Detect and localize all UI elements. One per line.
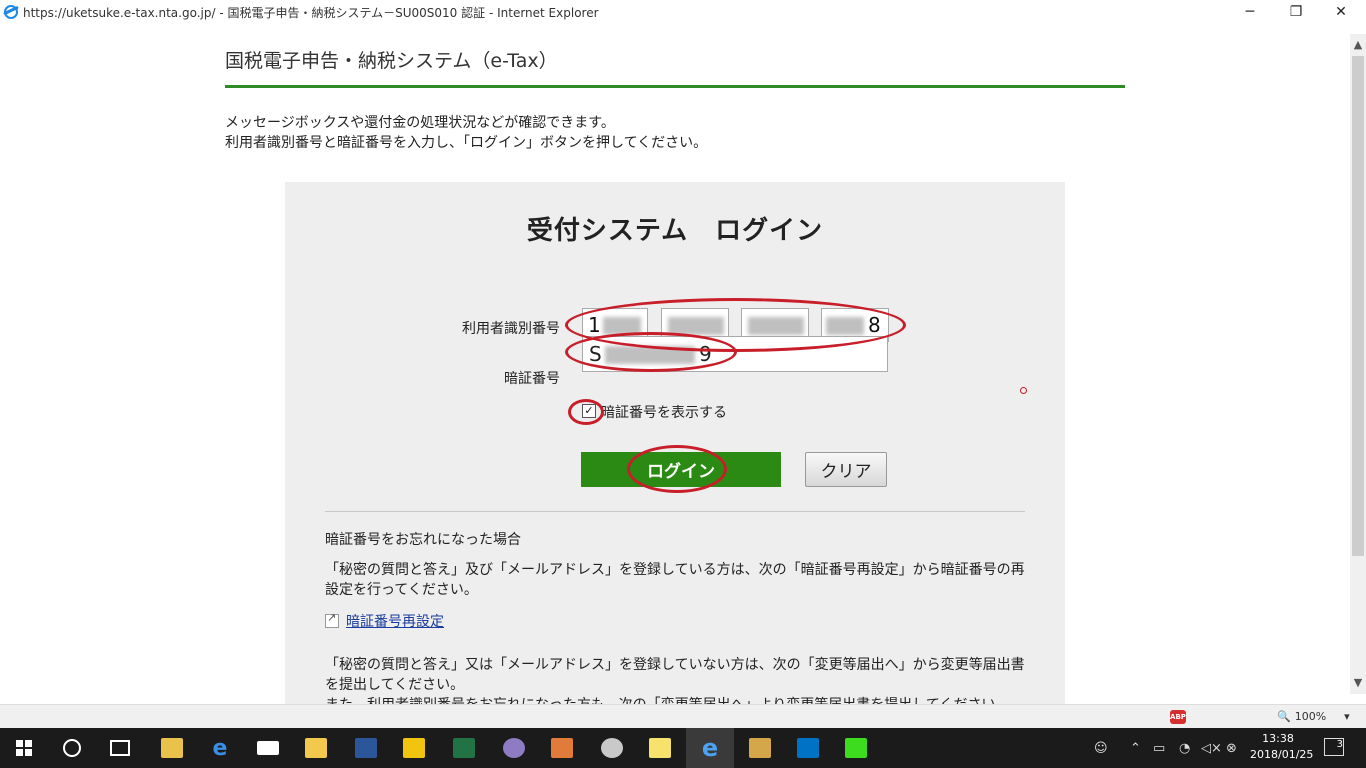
internet-explorer-taskbar-icon[interactable]: e <box>686 728 734 768</box>
clear-button[interactable]: クリア <box>805 452 887 487</box>
reset-password-link[interactable]: 暗証番号再設定 <box>325 611 444 631</box>
chevron-up-icon[interactable]: ⌃ <box>1130 728 1141 768</box>
reset-password-link-text[interactable]: 暗証番号再設定 <box>346 611 444 631</box>
zoom-level: 100% <box>1294 710 1327 723</box>
restore-button[interactable]: ❐ <box>1273 0 1319 24</box>
clock-time: 13:38 <box>1262 732 1294 745</box>
clock-date: 2018/01/25 <box>1250 748 1314 761</box>
mail-icon[interactable] <box>244 728 292 768</box>
login-panel: 受付システム ログイン 利用者識別番号 1 8 暗証番号 S 9 ✓ 暗証番号を… <box>285 182 1065 704</box>
action-center-icon[interactable]: 3 <box>1324 738 1344 756</box>
volume-muted-icon[interactable]: ◁× <box>1201 728 1222 768</box>
app-mail-folder-icon[interactable] <box>148 728 196 768</box>
browser-status-bar: ABP 🔍 100% ▾ <box>0 704 1366 728</box>
scroll-up-arrow-icon[interactable]: ▲ <box>1350 36 1366 52</box>
scroll-down-arrow-icon[interactable]: ▼ <box>1350 674 1366 690</box>
divider <box>325 511 1025 512</box>
windows-taskbar: e e ☺ ⌃ ▭ ◔ ◁× ⊗ 13:38 2018/01/25 3 <box>0 728 1366 768</box>
browser-title-bar: https://uketsuke.e-tax.nta.go.jp/ - 国税電子… <box>0 0 1366 24</box>
close-button[interactable]: ✕ <box>1318 0 1364 24</box>
zoom-control[interactable]: 🔍 100% ▾ <box>1277 710 1350 723</box>
start-button-windows-icon[interactable] <box>0 728 48 768</box>
wifi-icon[interactable]: ◔ <box>1179 728 1190 768</box>
login-title: 受付システム ログイン <box>526 216 824 246</box>
annotation-ring-login <box>627 445 727 493</box>
forgot-text: 「秘密の質問と答え」及び「メールアドレス」を登録している方は、次の「暗証番号再設… <box>325 562 1025 598</box>
palette-icon[interactable] <box>588 728 636 768</box>
ime-status-icon[interactable]: ⊗ <box>1226 728 1237 768</box>
paint-icon[interactable] <box>490 728 538 768</box>
toolbox-icon[interactable] <box>538 728 586 768</box>
show-password-label[interactable]: 暗証番号を表示する <box>601 402 727 422</box>
annotation-ring-checkbox <box>568 399 604 425</box>
people-icon[interactable]: ☺ <box>1094 728 1108 768</box>
chevron-down-icon[interactable]: ▾ <box>1344 710 1350 723</box>
page-title: 国税電子申告・納税システム（e-Tax） <box>225 46 1125 88</box>
system-clock[interactable]: 13:38 2018/01/25 <box>1250 731 1314 763</box>
edge-browser-icon[interactable]: e <box>196 728 244 768</box>
annotation-dot <box>1020 387 1027 394</box>
intro-line-1: メッセージボックスや還付金の処理状況などが確認できます。 <box>225 115 615 131</box>
password-label: 暗証番号 <box>504 371 560 387</box>
page-viewport: 国税電子申告・納税システム（e-Tax） メッセージボックスや還付金の処理状況な… <box>0 24 1350 704</box>
adblock-plus-icon[interactable]: ABP <box>1170 710 1186 724</box>
annotation-ring-password <box>565 332 737 372</box>
not-registered-text: 「秘密の質問と答え」又は「メールアドレス」を登録していない方は、次の「変更等届出… <box>325 657 1025 693</box>
app-yellow-icon[interactable] <box>736 728 784 768</box>
store-icon[interactable] <box>390 728 438 768</box>
forgot-id-text: また、利用者識別番号をお忘れになった方も、次の「変更等届出へ」より変更等届出書を… <box>325 695 1025 704</box>
user-id-label: 利用者識別番号 <box>462 321 560 337</box>
minimize-button[interactable]: ─ <box>1227 0 1273 24</box>
word-icon[interactable] <box>342 728 390 768</box>
cortana-search-icon[interactable] <box>48 728 96 768</box>
zoom-magnifier-icon: 🔍 <box>1277 710 1291 723</box>
task-view-icon[interactable] <box>96 728 144 768</box>
scroll-thumb[interactable] <box>1352 56 1364 556</box>
file-explorer-icon[interactable] <box>292 728 340 768</box>
excel-icon[interactable] <box>440 728 488 768</box>
outlook-icon[interactable] <box>784 728 832 768</box>
battery-icon[interactable]: ▭ <box>1153 728 1165 768</box>
app-green-icon[interactable] <box>832 728 880 768</box>
forgot-heading: 暗証番号をお忘れになった場合 <box>325 532 521 548</box>
ie-icon <box>4 5 18 19</box>
window-title: https://uketsuke.e-tax.nta.go.jp/ - 国税電子… <box>23 5 599 20</box>
intro-line-2: 利用者識別番号と暗証番号を入力し、「ログイン」ボタンを押してください。 <box>225 135 708 151</box>
external-link-icon <box>325 611 339 628</box>
sticky-notes-icon[interactable] <box>636 728 684 768</box>
intro-text: メッセージボックスや還付金の処理状況などが確認できます。 利用者識別番号と暗証番… <box>225 113 707 153</box>
